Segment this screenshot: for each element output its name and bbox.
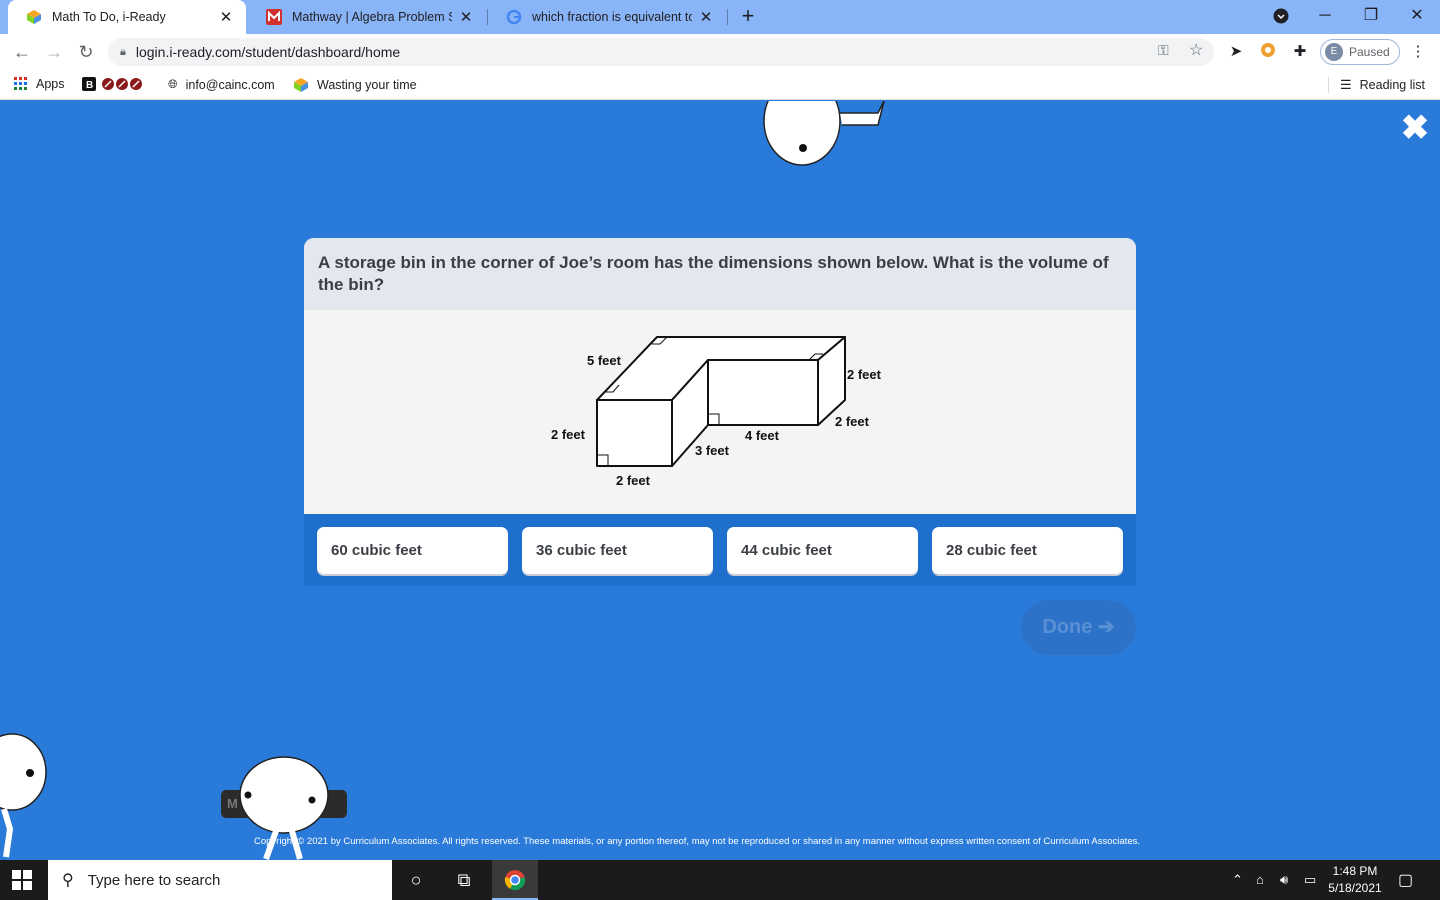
orange-extension-icon[interactable] [1258,42,1278,62]
tab-title: Mathway | Algebra Problem Solv [292,10,452,24]
dimension-label: 4 feet [745,428,779,443]
profile-status: Paused [1349,45,1390,59]
tab-search-chevron-icon[interactable] [1266,4,1296,28]
extensions-puzzle-icon[interactable]: ✚ [1290,42,1310,62]
answer-choice-3[interactable]: 44 cubic feet [727,527,918,574]
l-shaped-bin-diagram [596,336,846,467]
svg-text:B: B [86,80,93,91]
windows-start-icon[interactable] [12,870,32,890]
done-label: Done [1042,616,1093,638]
profile-button[interactable]: E Paused [1320,39,1400,65]
figure-area: 5 feet 2 feet 2 feet 3 feet 4 feet 2 fee… [304,310,1136,514]
copyright-text: Copyright © 2021 by Curriculum Associate… [254,836,1140,847]
apps-grid-icon [14,77,27,90]
notification-icon[interactable]: ▢ [1398,870,1413,890]
reload-icon[interactable]: ↻ [72,38,100,66]
bookmark-label: Apps [36,77,65,91]
reading-list-label: Reading list [1359,78,1425,92]
question-text: A storage bin in the corner of Joe’s roo… [304,238,1136,310]
forward-arrow-icon[interactable]: → [40,38,68,66]
taskbar-clock[interactable]: 1:48 PM 5/18/2021 [1320,863,1390,897]
bookmark-icons[interactable]: B [82,77,148,91]
search-placeholder: Type here to search [87,871,221,889]
browser-toolbar: ← → ↻ 🔒︎ login.i-ready.com/student/dashb… [0,34,1440,70]
answer-choice-4[interactable]: 28 cubic feet [932,527,1123,574]
tab-google-search[interactable]: which fraction is equivalent to -3 ✕ [488,0,726,34]
windows-taskbar: ⚲ Type here to search ○ ⧉ ⌃ ⌂ 🔊︎ ▭ 1:48 … [0,860,1440,900]
send-extension-icon[interactable]: ➤ [1226,42,1246,62]
dimension-label: 5 feet [587,353,621,368]
iready-favicon-icon [27,10,41,24]
chrome-icon [504,870,526,891]
answer-choice-1[interactable]: 60 cubic feet [317,527,508,574]
key-icon[interactable]: ⚿ [1158,42,1169,59]
bookmark-star-icon[interactable]: ☆ [1189,40,1203,60]
tab-separator [727,9,728,25]
bookmark-label: Wasting your time [317,78,417,92]
cortana-circle-icon[interactable]: ○ [404,868,428,892]
url-text: login.i-ready.com/student/dashboard/home [135,44,401,60]
bookmark-wasting-time[interactable]: Wasting your time [293,77,417,93]
answer-choices: 60 cubic feet 36 cubic feet 44 cubic fee… [304,514,1136,586]
kebab-menu-icon[interactable]: ⋮ [1408,42,1428,62]
question-card: A storage bin in the corner of Joe’s roo… [304,238,1136,586]
clock-time: 1:48 PM [1332,864,1378,878]
arrow-right-icon: ➔ [1097,616,1115,638]
clock-date: 5/18/2021 [1328,881,1382,895]
dimension-label: 2 feet [847,367,881,382]
address-bar[interactable]: 🔒︎ login.i-ready.com/student/dashboard/h… [108,38,1214,66]
dimension-label: 2 feet [616,473,650,488]
bookmark-label: info@cainc.com [185,77,275,92]
minimize-icon[interactable]: ─ [1310,4,1340,28]
taskbar-search-box[interactable]: ⚲ Type here to search [48,860,392,900]
globe-icon: 🌐︎ [168,77,178,91]
tab-mathway[interactable]: Mathway | Algebra Problem Solv ✕ [248,0,486,34]
tab-math-to-do[interactable]: Math To Do, i-Ready ✕ [8,0,246,34]
cube-icon [294,78,308,92]
lesson-page: ✖ A storage bin in the corner of Joe’s r… [0,101,1440,860]
task-view-icon[interactable]: ⧉ [452,868,476,892]
answer-choice-2[interactable]: 36 cubic feet [522,527,713,574]
character-top-illustration [763,101,885,166]
restore-icon[interactable]: ❐ [1356,4,1386,28]
avatar: E [1325,43,1343,61]
close-icon[interactable]: ✕ [458,8,474,26]
beans-icon [102,78,142,90]
tray-display-icon[interactable]: ▭ [1304,872,1316,888]
reading-list-icon: ☰ [1340,77,1352,92]
tray-network-icon[interactable]: ⌂ [1256,872,1264,887]
tray-volume-icon[interactable]: 🔊︎ [1280,872,1288,888]
close-lesson-icon[interactable]: ✖ [1398,111,1432,145]
done-button[interactable]: Done ➔ [1021,600,1136,655]
search-icon: ⚲ [62,872,74,889]
b-badge-icon: B [82,77,96,91]
dimension-label: 3 feet [695,443,729,458]
close-icon[interactable]: ✕ [218,8,234,26]
back-arrow-icon[interactable]: ← [8,38,36,66]
taskbar-chrome-button[interactable] [492,860,538,900]
reading-list-button[interactable]: ☰ Reading list [1340,77,1425,93]
google-favicon-icon [506,9,522,25]
window-close-icon[interactable]: ✕ [1402,4,1432,28]
close-icon[interactable]: ✕ [698,8,714,26]
separator [1328,77,1329,93]
bookmarks-bar: Apps B 🌐︎ info@cainc.com Wasting your ti… [0,70,1440,100]
new-tab-plus-icon[interactable]: + [736,4,760,28]
tray-chevron-up-icon[interactable]: ⌃ [1232,872,1243,888]
mathway-favicon-icon [266,9,282,25]
lock-icon: 🔒︎ [120,45,126,58]
bookmark-apps[interactable]: Apps [14,77,65,91]
tab-title: which fraction is equivalent to -3 [532,10,692,24]
dimension-label: 2 feet [551,427,585,442]
bookmark-info-cainc[interactable]: 🌐︎ info@cainc.com [168,77,275,92]
tab-title: Math To Do, i-Ready [52,10,166,24]
character-left-illustration [0,733,47,858]
browser-tab-bar: Math To Do, i-Ready ✕ Mathway | Algebra … [0,0,1440,34]
dimension-label: 2 feet [835,414,869,429]
